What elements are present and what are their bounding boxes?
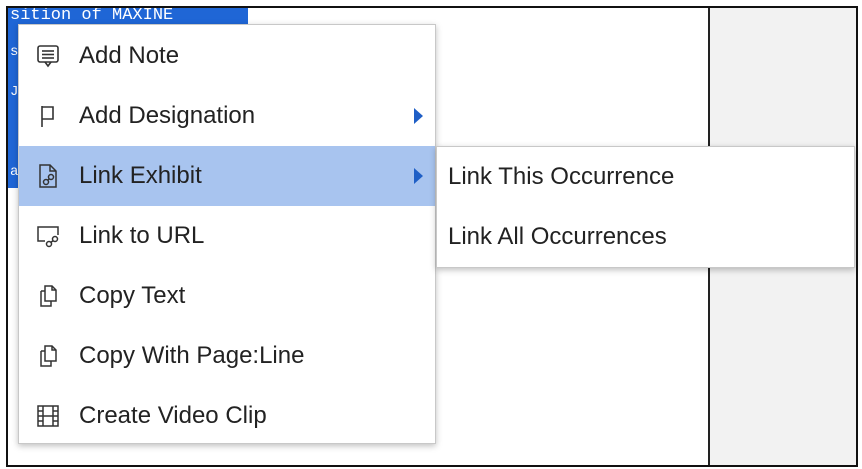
- menu-item-label: Link Exhibit: [79, 162, 202, 189]
- link-exhibit-submenu: Link This Occurrence Link All Occurrence…: [436, 146, 855, 268]
- submenu-item-link-this-occurrence[interactable]: Link This Occurrence: [437, 147, 854, 207]
- menu-item-label: Add Designation: [79, 102, 256, 129]
- menu-item-label: Link to URL: [79, 222, 205, 249]
- menu-item-link-exhibit[interactable]: Link Exhibit: [19, 146, 435, 206]
- film-icon: [35, 403, 61, 429]
- note-icon: [35, 43, 61, 69]
- link-exhibit-icon: [35, 163, 61, 189]
- menu-item-label: Add Note: [79, 42, 180, 69]
- copy-icon: [35, 343, 61, 369]
- link-url-icon: [35, 223, 61, 249]
- selected-text[interactable]: sition of MAXINE: [8, 8, 248, 24]
- submenu-arrow-icon: [414, 108, 423, 124]
- menu-item-link-to-url[interactable]: Link to URL: [19, 206, 435, 266]
- menu-item-create-video-clip[interactable]: Create Video Clip: [19, 386, 435, 446]
- menu-item-add-note[interactable]: Add Note: [19, 26, 435, 86]
- copy-icon: [35, 283, 61, 309]
- menu-item-label: Copy Text: [79, 282, 186, 309]
- menu-item-label: Create Video Clip: [79, 402, 267, 429]
- menu-item-copy-text[interactable]: Copy Text: [19, 266, 435, 326]
- menu-item-copy-with-page-line[interactable]: Copy With Page:Line: [19, 326, 435, 386]
- flag-icon: [35, 103, 61, 129]
- submenu-arrow-icon: [414, 168, 423, 184]
- menu-item-add-designation[interactable]: Add Designation: [19, 86, 435, 146]
- menu-item-label: Copy With Page:Line: [79, 342, 305, 369]
- submenu-item-link-all-occurrences[interactable]: Link All Occurrences: [437, 207, 854, 267]
- context-menu: Add Note Add Designation Link Exhibit Li: [18, 24, 436, 444]
